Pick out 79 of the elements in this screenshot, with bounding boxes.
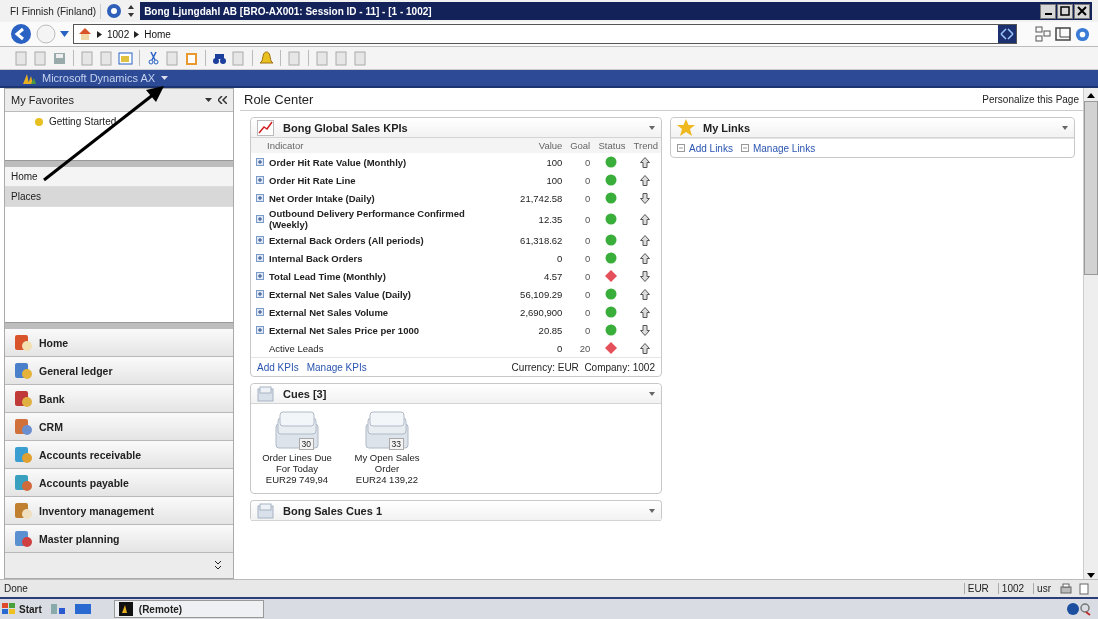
cue-amount: EUR24 139,22: [355, 474, 419, 485]
indicator-name[interactable]: External Net Sales Value (Daily): [269, 288, 412, 300]
value-cell: 100: [513, 153, 566, 171]
indicator-name[interactable]: Total Lead Time (Monthly): [269, 270, 386, 282]
indicator-name[interactable]: External Net Sales Volume: [269, 306, 389, 318]
module-button[interactable]: Inventory management: [5, 497, 233, 525]
panel-title: Cues [3]: [283, 387, 327, 400]
product-menu[interactable]: Microsoft Dynamics AX: [42, 72, 156, 84]
panel-title: My Links: [703, 121, 751, 134]
panel-title: Bong Global Sales KPIs: [283, 121, 408, 134]
favorites-title: My Favorites: [11, 94, 74, 106]
start-button[interactable]: Start: [2, 603, 42, 615]
column-header: Trend: [628, 138, 661, 153]
personalize-link[interactable]: Personalize this Page: [982, 93, 1079, 105]
address-field[interactable]: 1002 Home: [73, 24, 1017, 44]
goal-cell-text: 0: [583, 269, 592, 284]
cue-label: Order Lines Due For Today: [261, 452, 333, 474]
cue-amount: EUR29 749,94: [265, 474, 329, 485]
indicator-name[interactable]: External Net Sales Price per 1000: [269, 324, 419, 336]
value-cell-text: 4.57: [542, 269, 564, 284]
nav-link[interactable]: Places: [5, 187, 233, 207]
module-button[interactable]: Home: [5, 329, 233, 357]
module-button[interactable]: Accounts payable: [5, 469, 233, 497]
breadcrumb-link[interactable]: Home: [144, 28, 171, 40]
goal-cell-text: 0: [583, 191, 592, 206]
goal-cell-text: 0: [583, 173, 592, 188]
column-header: Value: [513, 138, 566, 153]
module-button[interactable]: Bank: [5, 385, 233, 413]
currency-company-text: Currency: EUR Company: 1002: [511, 361, 655, 373]
cue-tile[interactable]: 30 Order Lines Due For Today EUR29 749,94: [257, 410, 337, 485]
page-title: Role Center: [244, 91, 314, 107]
panel-link[interactable]: Manage KPIs: [306, 361, 367, 373]
panel-link[interactable]: Add Links: [677, 142, 733, 154]
value-cell-text: 100: [545, 173, 564, 188]
module-button[interactable]: General ledger: [5, 357, 233, 385]
column-header: Goal: [565, 138, 594, 153]
value-cell-text: 20.85: [537, 323, 564, 338]
goal-cell-text: 0: [583, 323, 592, 338]
module-button[interactable]: Master planning: [5, 525, 233, 553]
taskbar-button[interactable]: (Remote): [113, 600, 264, 618]
value-cell-text: 0: [556, 341, 564, 356]
value-cell-text: 21,742.58: [519, 191, 564, 206]
goal-cell-text: 20: [578, 341, 592, 356]
breadcrumb-link[interactable]: 1002: [107, 28, 130, 40]
value-cell-text: 56,109.29: [519, 287, 564, 302]
language-indicator[interactable]: FI Finnish (Finland): [6, 3, 102, 19]
status-text: Done: [4, 583, 28, 594]
indicator-name[interactable]: Outbound Delivery Performance Confirmed (Weekly): [269, 208, 494, 230]
column-header: Indicator: [251, 138, 514, 153]
value-cell-text: 2,690,900: [519, 305, 564, 320]
value-cell-text: 0: [556, 251, 564, 266]
value-cell-text: 12.35: [537, 212, 564, 227]
cue-label: My Open Sales Order: [353, 452, 421, 474]
indicator-name[interactable]: Order Hit Rate Line: [269, 174, 356, 186]
indicator-name[interactable]: Order Hit Rate Value (Monthly): [269, 156, 407, 168]
goal-cell-text: 0: [583, 233, 592, 248]
indicator-name[interactable]: Internal Back Orders: [269, 252, 363, 264]
goal-cell-text: 0: [583, 251, 592, 266]
status-field[interactable]: usr: [1033, 583, 1054, 594]
indicator-name[interactable]: Net Order Intake (Daily): [269, 192, 375, 204]
indicator-name[interactable]: External Back Orders (All periods): [269, 234, 424, 246]
window-title: Bong Ljungdahl AB [BRO-AX001: Session ID - 11] - [1 - 1002]: [143, 5, 432, 17]
goal-cell: 0: [565, 153, 594, 171]
status-field[interactable]: EUR: [963, 583, 992, 594]
goal-cell-text: 0: [583, 212, 592, 227]
panel-title: Bong Sales Cues 1: [283, 504, 383, 517]
module-button[interactable]: CRM: [5, 413, 233, 441]
panel-link[interactable]: Manage Links: [740, 142, 816, 154]
goal-cell-text: 0: [583, 305, 592, 320]
value-cell-text: 61,318.62: [519, 233, 564, 248]
goal-cell-text: 0: [583, 287, 592, 302]
indicator-name: Active Leads: [269, 342, 324, 354]
panel-link[interactable]: Add KPIs: [257, 361, 299, 373]
column-header: Status: [593, 138, 629, 153]
status-field[interactable]: 1002: [997, 583, 1028, 594]
module-button[interactable]: Accounts receivable: [5, 441, 233, 469]
favorite-item[interactable]: Getting Started: [35, 116, 233, 127]
nav-link[interactable]: Home: [5, 167, 233, 187]
cue-tile[interactable]: 33 My Open Sales Order EUR24 139,22: [347, 410, 427, 485]
